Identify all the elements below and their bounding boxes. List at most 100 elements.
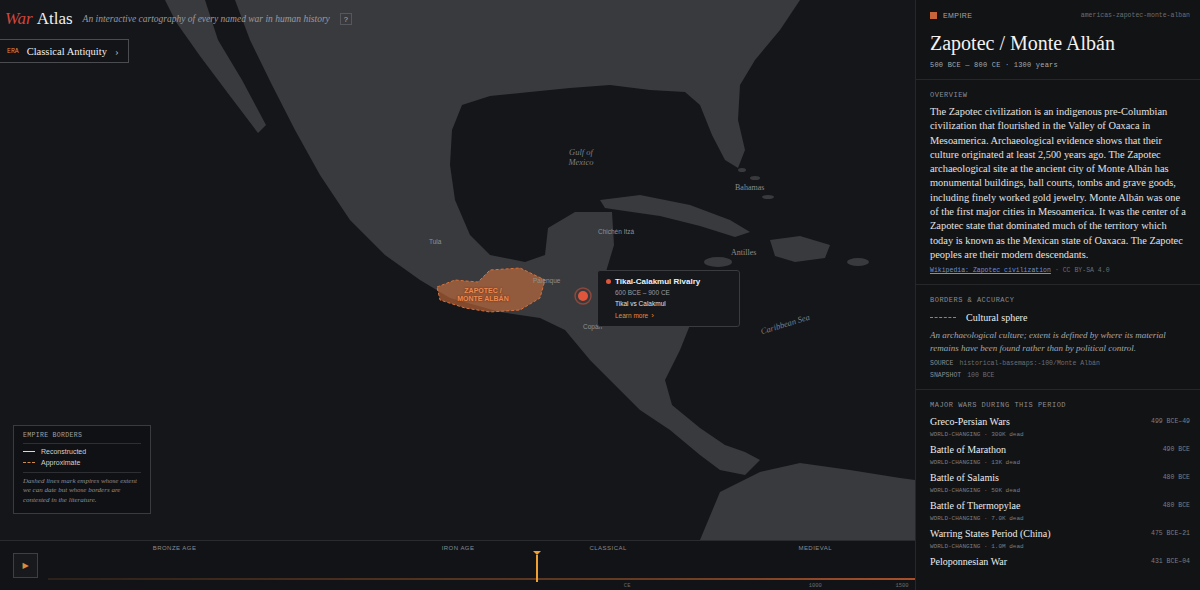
map-label: Gulf of Mexico (562, 148, 600, 168)
overview-text: The Zapotec civilization is an indigenou… (930, 105, 1190, 262)
tick-label: CE (624, 582, 631, 589)
hispaniola-land (770, 236, 830, 262)
legend-title: EMPIRE BORDERS (23, 432, 141, 444)
line-sample-icon (23, 451, 35, 452)
map-label: Tula (429, 238, 441, 245)
bahamas-island (750, 176, 760, 180)
tooltip-belligerents: Tikal vs Calakmul (606, 300, 730, 307)
timeline: ▶ BRONZE AGE IRON AGE CLASSICAL MEDIEVAL CE 10… (0, 540, 915, 590)
puerto-rico-land (847, 258, 869, 266)
war-date: 499 BCE–49 (1151, 416, 1190, 425)
empire-label[interactable]: ZAPOTEC / MONTE ALBÁN (452, 287, 514, 303)
section-label: MAJOR WARS DURING THIS PERIOD (930, 390, 1190, 409)
section-label: BORDERS & ACCURACY (930, 285, 1190, 304)
war-date: 490 BCE (1163, 444, 1190, 453)
ocean (0, 0, 915, 540)
era-selector[interactable]: ERA Classical Antiquity › (0, 39, 129, 63)
legend-item: Approximate (23, 459, 141, 466)
war-item[interactable]: Greco-Persian Wars WORLD-CHANGING · 300K … (930, 416, 1190, 444)
war-meta: WORLD-CHANGING · 13K dead (930, 459, 1020, 466)
source-row: SOURCEhistorical-basemaps:-100/Monte Alb… (930, 360, 1190, 367)
logo[interactable]: WarAtlas (5, 9, 73, 29)
learn-more-link[interactable]: Learn more› (606, 312, 730, 319)
line-sample-icon (23, 462, 35, 463)
tooltip-header: Tikal-Calakmul Rivalry (606, 277, 730, 286)
era-name: MEDIEVAL (798, 545, 832, 551)
war-item[interactable]: Peloponnesian War 431 BCE–04 (930, 556, 1190, 584)
map-stage: Gulf of MexicoBahamasAntillesCaribbean S… (0, 0, 915, 590)
war-date: 480 BCE (1163, 472, 1190, 481)
war-name: Warring States Period (China) (930, 528, 1051, 540)
era-value: Classical Antiquity (27, 46, 107, 57)
bahamas-island (738, 168, 746, 172)
wikipedia-link[interactable]: Wikipedia: Zapotec civilization (930, 267, 1051, 274)
war-item[interactable]: Battle of Marathon WORLD-CHANGING · 13K d… (930, 444, 1190, 472)
era-name: IRON AGE (442, 545, 475, 551)
map[interactable]: Gulf of MexicoBahamasAntillesCaribbean S… (0, 0, 915, 540)
war-meta: WORLD-CHANGING · 7.0K dead (930, 515, 1024, 522)
map-label: Palenque (533, 277, 560, 284)
entity-id: americas-zapotec-monte-alban (1081, 12, 1190, 19)
war-item[interactable]: Battle of Thermopylae WORLD-CHANGING · 7.… (930, 500, 1190, 528)
header: WarAtlas An interactive cartography of ev… (0, 0, 352, 29)
detail-panel: EMPIREamericas-zapotec-monte-albanZapote… (915, 0, 1200, 590)
chevron-icon: › (115, 45, 119, 57)
north-america-land (215, 0, 800, 475)
war-atlas-app: Gulf of MexicoBahamasAntillesCaribbean S… (0, 0, 1200, 590)
snapshot-row: SNAPSHOT100 BCE (930, 372, 1190, 379)
south-america-land (700, 463, 915, 540)
map-label: Antilles (731, 248, 756, 257)
legend: EMPIRE BORDERS Reconstructed Approximate Da… (13, 425, 151, 514)
play-button[interactable]: ▶ (13, 553, 38, 578)
divider (916, 284, 1200, 285)
war-meta: WORLD-CHANGING · 300K dead (930, 431, 1024, 438)
map-label: Chichén Itzá (598, 228, 634, 235)
top-bar: WarAtlas An interactive cartography of ev… (0, 0, 352, 63)
tick-label: 1500 (895, 582, 908, 589)
jamaica-land (704, 257, 732, 267)
density-strip (48, 578, 915, 580)
era-name: BRONZE AGE (153, 545, 197, 551)
war-date: 431 BCE–04 (1151, 556, 1190, 565)
time-cursor[interactable] (536, 555, 538, 582)
timeline-track[interactable]: BRONZE AGE IRON AGE CLASSICAL MEDIEVAL CE 100… (48, 541, 915, 590)
map-label: Bahamas (735, 183, 764, 192)
tick-label: 1000 (809, 582, 822, 589)
war-item[interactable]: Battle of Salamis WORLD-CHANGING · 50K de… (930, 472, 1190, 500)
tooltip-title: Tikal-Calakmul Rivalry (615, 277, 700, 286)
kind-badge: EMPIRE (930, 12, 972, 19)
era-name: CLASSICAL (589, 545, 626, 551)
war-name: Battle of Thermopylae (930, 500, 1024, 512)
chevron-icon: › (651, 312, 654, 319)
divider (916, 79, 1200, 80)
attribution: Wikipedia: Zapotec civilization· CC BY-S… (930, 267, 1190, 274)
war-pin-ring[interactable] (575, 288, 591, 304)
border-description: An archaeological culture; extent is def… (930, 329, 1190, 355)
era-label: ERA (7, 48, 19, 55)
panel-dates: 500 BCE — 800 CE · 1300 years (930, 61, 1190, 69)
legend-item: Reconstructed (23, 448, 141, 455)
war-date: 480 BCE (1163, 500, 1190, 509)
help-button[interactable]: ? (340, 13, 352, 25)
war-name: Greco-Persian Wars (930, 416, 1024, 428)
section-label: OVERVIEW (930, 80, 1190, 99)
war-dot-icon (606, 279, 611, 284)
war-date: 475 BCE–21 (1151, 528, 1190, 537)
war-item[interactable]: Warring States Period (China) WORLD-CHANG… (930, 528, 1190, 556)
war-meta: WORLD-CHANGING · 50K dead (930, 487, 1020, 494)
war-name: Battle of Marathon (930, 444, 1020, 456)
legend-note: Dashed lines mark empires whose extent w… (23, 472, 141, 505)
panel-header: EMPIRE americas-zapotec-monte-alban (930, 0, 1190, 19)
empire-region[interactable] (437, 268, 545, 312)
war-meta: WORLD-CHANGING · 1.0M dead (930, 543, 1051, 550)
war-list: Greco-Persian Wars WORLD-CHANGING · 300K … (930, 416, 1190, 584)
empire-square-icon (930, 12, 937, 19)
divider (916, 389, 1200, 390)
war-name: Peloponnesian War (930, 556, 1007, 568)
dashed-line-icon (930, 317, 956, 318)
war-pin[interactable] (578, 291, 588, 301)
war-name: Battle of Salamis (930, 472, 1020, 484)
bahamas-island (762, 195, 774, 199)
subtitle: An interactive cartography of every name… (83, 14, 330, 24)
border-type: Cultural sphere (930, 312, 1190, 323)
